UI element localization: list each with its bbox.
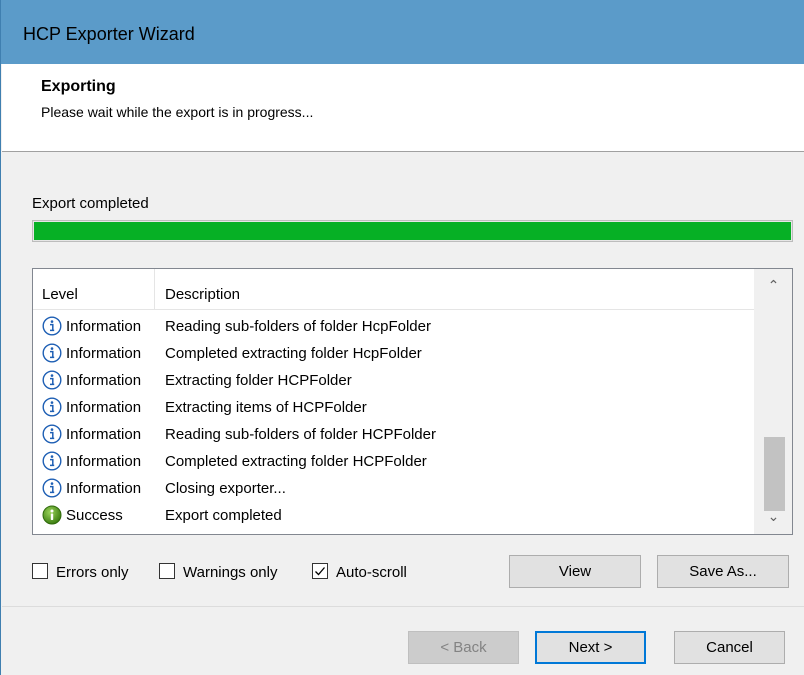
log-level: Information	[66, 453, 142, 470]
log-level: Information	[66, 318, 142, 335]
view-button[interactable]: View	[509, 555, 641, 588]
back-button[interactable]: < Back	[408, 631, 519, 664]
log-description: Export completed	[165, 507, 282, 524]
log-description: Extracting folder HCPFolder	[165, 372, 352, 389]
log-row[interactable]: Information Completed extracting folder H…	[33, 340, 755, 367]
info-icon	[42, 478, 62, 498]
title-bar: HCP Exporter Wizard	[1, 0, 804, 64]
progress-bar-fill	[34, 222, 791, 240]
scroll-down-arrow-icon[interactable]: ⌄	[755, 508, 792, 528]
progress-status-label: Export completed	[32, 195, 149, 212]
column-separator[interactable]	[154, 269, 155, 309]
progress-bar	[32, 220, 793, 242]
info-icon	[42, 370, 62, 390]
log-description: Reading sub-folders of folder HcpFolder	[165, 318, 431, 335]
window-title: HCP Exporter Wizard	[23, 24, 195, 44]
auto-scroll-checkbox-box[interactable]	[312, 563, 328, 579]
checkmark-icon	[315, 567, 325, 576]
success-icon	[42, 505, 62, 525]
errors-only-label[interactable]: Errors only	[56, 564, 129, 581]
log-level: Information	[66, 399, 142, 416]
log-level: Information	[66, 480, 142, 497]
log-row[interactable]: Information Reading sub-folders of folder…	[33, 421, 755, 448]
save-as-button[interactable]: Save As...	[657, 555, 789, 588]
log-description: Extracting items of HCPFolder	[165, 399, 367, 416]
log-level: Information	[66, 372, 142, 389]
page-title: Exporting	[41, 78, 116, 95]
log-row[interactable]: Information Completed extracting folder H…	[33, 448, 755, 475]
footer-divider	[2, 606, 804, 607]
wizard-window: HCP Exporter Wizard Exporting Please wai…	[0, 0, 804, 675]
log-scrollbar[interactable]: ⌃ ⌄	[754, 269, 792, 534]
cancel-button[interactable]: Cancel	[674, 631, 785, 664]
column-header-description[interactable]: Description	[165, 286, 240, 303]
info-icon	[42, 451, 62, 471]
log-list[interactable]: Level Description Information Reading sub…	[32, 268, 793, 535]
info-icon	[42, 316, 62, 336]
auto-scroll-label[interactable]: Auto-scroll	[336, 564, 407, 581]
column-header-level[interactable]: Level	[42, 286, 78, 303]
warnings-only-label[interactable]: Warnings only	[183, 564, 277, 581]
log-description: Completed extracting folder HcpFolder	[165, 345, 422, 362]
log-description: Closing exporter...	[165, 480, 286, 497]
scrollbar-thumb[interactable]	[764, 437, 785, 511]
log-row[interactable]: Information Closing exporter...	[33, 475, 755, 502]
info-icon	[42, 424, 62, 444]
wizard-header: Exporting Please wait while the export i…	[2, 64, 804, 152]
log-level: Information	[66, 426, 142, 443]
log-header: Level Description	[33, 269, 755, 310]
log-row[interactable]: Information Extracting folder HCPFolder	[33, 367, 755, 394]
errors-only-checkbox-box[interactable]	[32, 563, 48, 579]
info-icon	[42, 397, 62, 417]
log-description: Completed extracting folder HCPFolder	[165, 453, 427, 470]
log-description: Reading sub-folders of folder HCPFolder	[165, 426, 436, 443]
next-button[interactable]: Next >	[535, 631, 646, 664]
info-icon	[42, 343, 62, 363]
log-row[interactable]: Information Extracting items of HCPFolder	[33, 394, 755, 421]
log-level: Information	[66, 345, 142, 362]
warnings-only-checkbox-box[interactable]	[159, 563, 175, 579]
log-row[interactable]: Success Export completed	[33, 502, 755, 529]
log-rows: Information Reading sub-folders of folder…	[33, 313, 755, 529]
log-level: Success	[66, 507, 123, 524]
log-row[interactable]: Information Reading sub-folders of folder…	[33, 313, 755, 340]
scroll-up-arrow-icon[interactable]: ⌃	[755, 277, 792, 297]
page-subtitle: Please wait while the export is in progr…	[41, 104, 314, 120]
